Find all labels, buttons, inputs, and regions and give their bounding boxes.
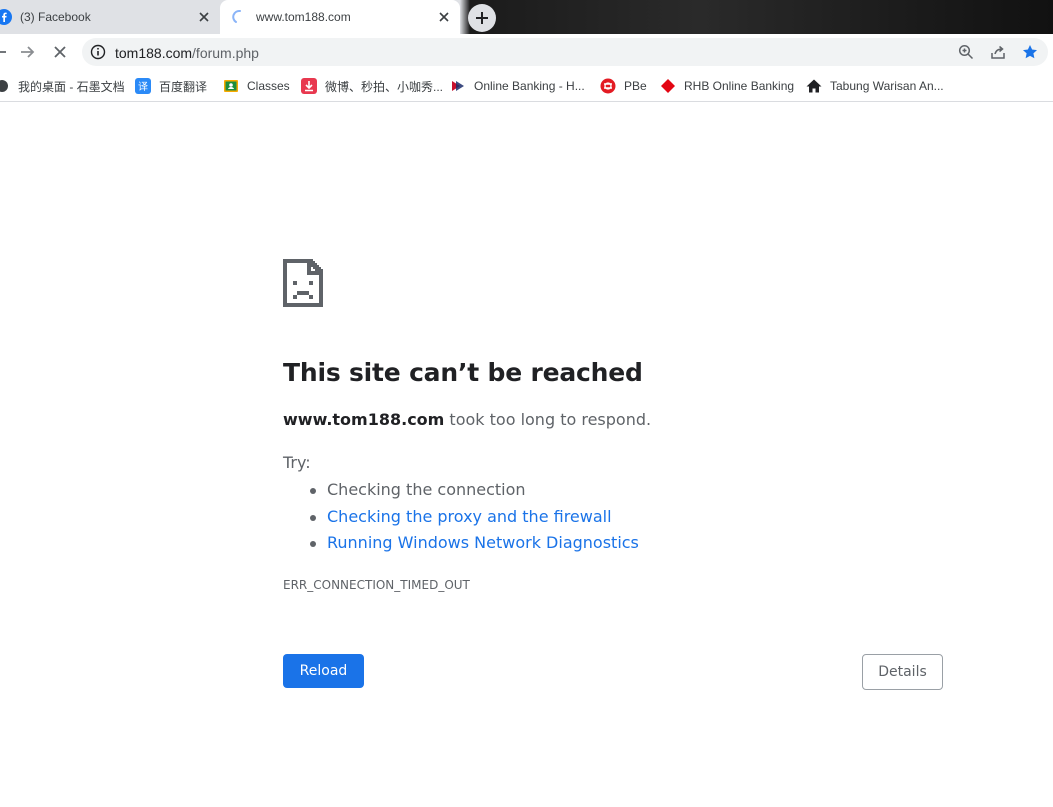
bank-logo-icon <box>450 78 466 94</box>
bookmark-rhb[interactable]: RHB Online Banking <box>660 76 794 96</box>
suggestion-check-connection: Checking the connection <box>308 480 639 507</box>
house-icon <box>806 78 822 94</box>
url-text: tom188.com/forum.php <box>115 45 259 61</box>
url-path: /forum.php <box>192 45 259 61</box>
shimo-icon <box>0 78 10 94</box>
share-icon[interactable] <box>989 43 1007 61</box>
tab-title: (3) Facebook <box>20 10 91 24</box>
suggestion-check-proxy-link[interactable]: Checking the proxy and the firewall <box>308 507 639 534</box>
tab-facebook[interactable]: (3) Facebook <box>0 0 220 34</box>
plus-icon <box>476 12 488 24</box>
try-label: Try: <box>283 453 311 472</box>
bookmark-baidu-translate[interactable]: 译 百度翻译 <box>135 76 207 96</box>
details-button[interactable]: Details <box>862 654 943 690</box>
error-host: www.tom188.com <box>283 410 445 429</box>
close-tab-icon[interactable] <box>196 9 212 25</box>
tab-title: www.tom188.com <box>256 10 351 24</box>
bookmark-label: Classes <box>247 79 290 93</box>
bookmarks-bar: 我的桌面 - 石墨文档 译 百度翻译 Classes 微博、秒拍、小咖秀... … <box>0 70 1053 102</box>
reload-button[interactable]: Reload <box>283 654 364 688</box>
toolbar: tom188.com/forum.php <box>0 34 1053 70</box>
error-code: ERR_CONNECTION_TIMED_OUT <box>283 578 470 592</box>
download-icon <box>301 78 317 94</box>
tab-strip: (3) Facebook www.tom188.com <box>0 0 1053 34</box>
bookmark-pbe[interactable]: PBe <box>600 76 647 96</box>
site-info-icon[interactable] <box>90 44 106 60</box>
bookmark-shimo[interactable]: 我的桌面 - 石墨文档 <box>0 76 125 96</box>
new-tab-button[interactable] <box>468 4 496 32</box>
facebook-icon <box>0 9 12 25</box>
bookmark-label: Tabung Warisan An... <box>830 79 944 93</box>
bookmark-star-icon[interactable] <box>1021 43 1039 61</box>
error-message: www.tom188.com took too long to respond. <box>283 410 651 429</box>
baidu-translate-icon: 译 <box>135 78 151 94</box>
svg-text:译: 译 <box>138 81 148 93</box>
bookmark-classes[interactable]: Classes <box>223 76 290 96</box>
suggestions-list: Checking the connection Checking the pro… <box>308 480 639 560</box>
pbe-icon <box>600 78 616 94</box>
tab-tom188[interactable]: www.tom188.com <box>220 0 460 34</box>
bookmark-label: 我的桌面 - 石墨文档 <box>18 79 125 94</box>
bookmark-label: 百度翻译 <box>159 79 208 94</box>
url-host: tom188.com <box>115 45 193 61</box>
bookmark-label: Online Banking - H... <box>474 79 585 93</box>
bookmark-label: RHB Online Banking <box>684 79 795 93</box>
suggestion-network-diagnostics-link[interactable]: Running Windows Network Diagnostics <box>308 533 639 560</box>
error-message-text: took too long to respond. <box>444 410 652 429</box>
address-bar[interactable]: tom188.com/forum.php <box>82 38 1048 66</box>
bookmark-tabung-warisan[interactable]: Tabung Warisan An... <box>806 76 944 96</box>
sad-page-icon <box>283 259 323 307</box>
bookmark-weibo[interactable]: 微博、秒拍、小咖秀... <box>301 76 443 96</box>
bookmark-online-banking[interactable]: Online Banking - H... <box>450 76 585 96</box>
back-icon[interactable] <box>0 42 10 62</box>
close-tab-icon[interactable] <box>436 9 452 25</box>
stop-loading-icon[interactable] <box>50 42 70 62</box>
bookmark-label: PBe <box>624 79 647 93</box>
rhb-diamond-icon <box>660 78 676 94</box>
zoom-icon[interactable] <box>957 43 975 61</box>
forward-icon[interactable] <box>17 42 37 62</box>
google-classroom-icon <box>223 78 239 94</box>
error-title: This site can’t be reached <box>283 358 643 387</box>
bookmark-label: 微博、秒拍、小咖秀... <box>325 79 444 94</box>
loading-spinner-icon <box>232 9 241 23</box>
